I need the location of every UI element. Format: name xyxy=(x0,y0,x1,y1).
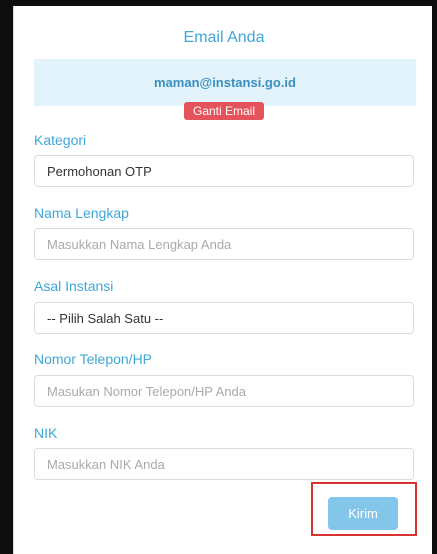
telepon-label: Nomor Telepon/HP xyxy=(34,351,153,367)
instansi-select[interactable]: -- Pilih Salah Satu -- xyxy=(34,302,414,334)
nik-label: NIK xyxy=(34,425,58,441)
change-email-button[interactable]: Ganti Email xyxy=(184,102,264,120)
form-panel: Email Anda maman@instansi.go.id Ganti Em… xyxy=(13,6,432,554)
instansi-label: Asal Instansi xyxy=(34,278,114,294)
form-title: Email Anda xyxy=(183,29,265,46)
nama-label: Nama Lengkap xyxy=(34,205,129,221)
nama-input[interactable] xyxy=(34,228,414,260)
kategori-select[interactable]: Permohonan OTP xyxy=(34,155,414,187)
window-frame-left xyxy=(0,0,13,554)
email-value: maman@instansi.go.id xyxy=(154,75,296,90)
nik-input[interactable] xyxy=(34,448,414,480)
submit-button[interactable]: Kirim xyxy=(328,497,398,530)
window-frame-right xyxy=(432,0,437,554)
kategori-label: Kategori xyxy=(34,132,87,148)
telepon-input[interactable] xyxy=(34,375,414,407)
email-display: maman@instansi.go.id xyxy=(34,59,416,106)
